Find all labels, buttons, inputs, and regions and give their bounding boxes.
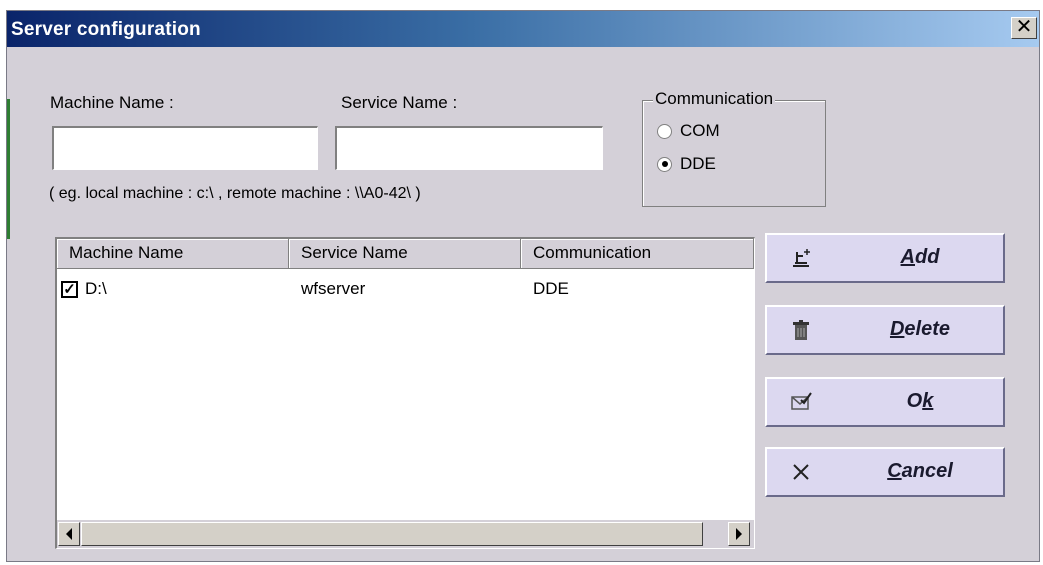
column-header-communication[interactable]: Communication xyxy=(521,239,754,269)
close-button[interactable]: ✕ xyxy=(1011,17,1037,39)
service-name-label: Service Name : xyxy=(341,93,458,112)
example-hint: ( eg. local machine : c:\ , remote machi… xyxy=(49,185,421,202)
delete-button-label: Delete xyxy=(889,318,951,340)
window-title: Server configuration xyxy=(11,19,201,40)
column-header-machine-name[interactable]: Machine Name xyxy=(57,239,289,269)
radio-selected-dot xyxy=(661,161,668,167)
server-configuration-dialog: Server configuration ✕ Machine Name : Se… xyxy=(6,10,1040,562)
trash-icon xyxy=(789,318,813,342)
title-bar[interactable]: Server configuration ✕ xyxy=(7,11,1039,47)
radio-com-button[interactable] xyxy=(657,123,672,139)
radio-dde[interactable]: DDE xyxy=(657,153,716,175)
add-button[interactable]: Add xyxy=(765,233,1005,283)
radio-dde-button[interactable] xyxy=(657,156,672,172)
scroll-left-button[interactable] xyxy=(58,522,80,546)
cancel-button-label: Cancel xyxy=(887,460,953,482)
row-checkbox[interactable]: ✓ xyxy=(61,281,78,298)
cell-service-name: wfserver xyxy=(301,279,366,298)
right-arrow-icon xyxy=(736,528,742,540)
machine-name-input[interactable] xyxy=(52,126,318,170)
communication-group: Communication COM DDE xyxy=(642,89,826,207)
scroll-right-button[interactable] xyxy=(728,522,750,546)
ok-button[interactable]: Ok xyxy=(765,377,1005,427)
ok-button-label: Ok xyxy=(906,390,934,412)
list-row[interactable]: ✓ D:\ wfserver DDE xyxy=(57,279,747,303)
cell-communication: DDE xyxy=(533,279,569,298)
delete-button[interactable]: Delete xyxy=(765,305,1005,355)
checkmark-envelope-icon xyxy=(789,390,813,414)
communication-legend: Communication xyxy=(653,89,776,109)
add-button-label: Add xyxy=(900,246,940,268)
radio-dde-label: DDE xyxy=(680,154,716,173)
server-list[interactable]: Machine Name Service Name Communication … xyxy=(55,237,755,549)
x-icon xyxy=(789,460,813,484)
horizontal-scrollbar[interactable] xyxy=(57,520,754,548)
cell-machine-name: D:\ xyxy=(85,279,107,298)
machine-name-label: Machine Name : xyxy=(50,93,174,112)
cancel-button[interactable]: Cancel xyxy=(765,447,1005,497)
service-name-input[interactable] xyxy=(335,126,603,170)
radio-com-label: COM xyxy=(680,121,720,140)
radio-com[interactable]: COM xyxy=(657,120,720,142)
left-arrow-icon xyxy=(66,528,72,540)
scroll-thumb[interactable] xyxy=(81,522,703,546)
side-accent xyxy=(7,99,10,239)
column-header-service-name[interactable]: Service Name xyxy=(289,239,521,269)
add-server-icon xyxy=(789,246,813,270)
